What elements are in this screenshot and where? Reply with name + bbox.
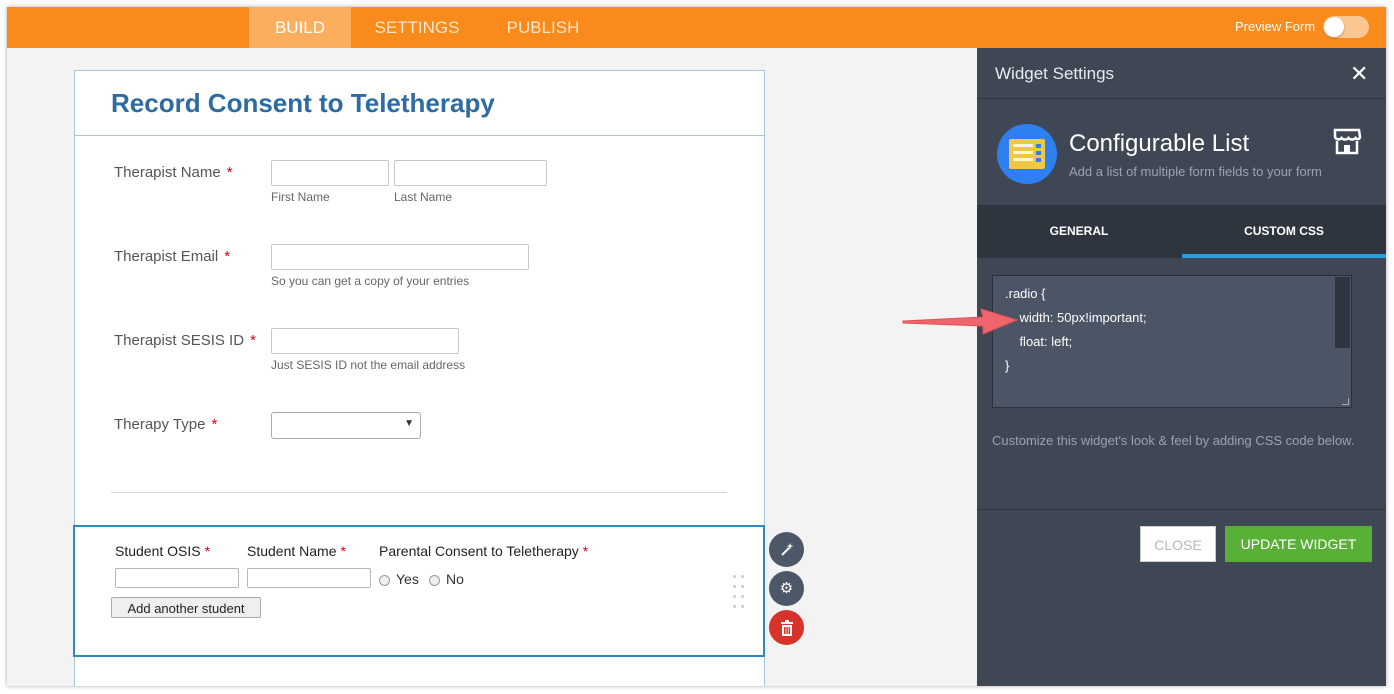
tab-general[interactable]: GENERAL: [977, 205, 1181, 258]
css-line: .radio {: [1005, 286, 1046, 301]
consent-no-label: No: [446, 571, 464, 587]
therapist-sesis-sublabel: Just SESIS ID not the email address: [271, 358, 466, 372]
magic-wand-button[interactable]: [769, 532, 804, 567]
list-graphic: [1009, 139, 1045, 169]
gear-icon: ⚙: [779, 580, 794, 597]
panel-header: Widget Settings ✕: [977, 48, 1386, 99]
widget-settings-panel: Widget Settings ✕ Configurable List Add …: [977, 48, 1386, 686]
css-line: }: [1005, 358, 1010, 373]
required-marker: *: [250, 332, 256, 349]
required-marker: *: [204, 543, 211, 559]
parental-consent-header-text: Parental Consent to Teletherapy: [379, 543, 579, 559]
panel-tabs: GENERAL CUSTOM CSS: [977, 205, 1386, 258]
student-name-header-text: Student Name: [247, 543, 337, 559]
therapist-sesis-label: Therapist SESIS ID *: [114, 332, 256, 349]
therapist-sesis-input[interactable]: [271, 328, 459, 354]
close-icon[interactable]: ✕: [1350, 61, 1368, 87]
therapy-type-label-text: Therapy Type: [114, 416, 206, 433]
student-name-header: Student Name *: [247, 543, 346, 559]
first-name-input[interactable]: [271, 160, 389, 186]
tab-publish[interactable]: PUBLISH: [493, 7, 593, 48]
form-header: Record Consent to Teletherapy: [75, 71, 764, 136]
tab-settings[interactable]: SETTINGS: [361, 7, 473, 48]
consent-no-radio[interactable]: [429, 575, 440, 586]
resize-handle-icon[interactable]: [1342, 398, 1349, 405]
custom-css-help-text: Customize this widget's look & feel by a…: [992, 433, 1355, 448]
required-marker: *: [226, 164, 233, 181]
add-another-student-button[interactable]: Add another student: [111, 597, 261, 618]
preview-form-label: Preview Form: [1235, 19, 1316, 34]
tab-custom-css[interactable]: CUSTOM CSS: [1182, 205, 1386, 258]
tab-build[interactable]: BUILD: [249, 7, 351, 48]
store-icon[interactable]: [1332, 126, 1362, 158]
close-button[interactable]: CLOSE: [1140, 526, 1216, 562]
section-divider: [111, 492, 727, 493]
therapist-name-label-text: Therapist Name: [114, 164, 221, 181]
required-marker: *: [211, 416, 218, 433]
widget-description: Add a list of multiple form fields to yo…: [1069, 164, 1322, 179]
form-title[interactable]: Record Consent to Teletherapy: [111, 88, 495, 119]
top-nav-bar: BUILD SETTINGS PUBLISH Preview Form: [7, 7, 1386, 48]
required-marker: *: [224, 248, 231, 265]
dropdown-arrow-icon: ▼: [404, 418, 414, 429]
therapy-type-select[interactable]: ▼: [271, 412, 421, 439]
trash-icon: [780, 620, 793, 636]
configurable-list-widget[interactable]: Student OSIS * Student Name * Parental Con…: [73, 525, 765, 657]
therapist-name-label: Therapist Name *: [114, 164, 233, 181]
app-window: BUILD SETTINGS PUBLISH Preview Form Reco…: [7, 7, 1386, 686]
student-osis-header: Student OSIS *: [115, 543, 210, 559]
consent-yes-label: Yes: [396, 571, 419, 587]
editor-scrollbar[interactable]: [1335, 277, 1350, 348]
custom-css-editor[interactable]: .radio { width: 50px!important; float: l…: [992, 275, 1352, 408]
last-name-sublabel: Last Name: [394, 190, 453, 204]
update-widget-button[interactable]: UPDATE WIDGET: [1225, 526, 1372, 562]
panel-divider: [977, 509, 1386, 510]
preview-form-toggle[interactable]: [1323, 16, 1369, 38]
delete-widget-button[interactable]: [769, 610, 804, 645]
toggle-knob: [1324, 17, 1344, 37]
css-line: width: 50px!important;: [1005, 310, 1147, 325]
first-name-sublabel: First Name: [271, 190, 330, 204]
required-marker: *: [340, 543, 346, 559]
widget-name: Configurable List: [1069, 130, 1250, 157]
annotation-arrow-icon: [902, 308, 1019, 335]
drag-handle-icon[interactable]: [733, 575, 747, 609]
therapist-email-label-text: Therapist Email: [114, 248, 219, 265]
student-osis-header-text: Student OSIS: [115, 543, 201, 559]
panel-title: Widget Settings: [995, 64, 1115, 83]
widget-settings-button[interactable]: ⚙: [769, 571, 804, 606]
therapy-type-label: Therapy Type *: [114, 416, 217, 433]
student-name-input[interactable]: [247, 568, 371, 588]
parental-consent-header: Parental Consent to Teletherapy *: [379, 543, 588, 559]
therapist-email-input[interactable]: [271, 244, 529, 270]
therapist-email-label: Therapist Email *: [114, 248, 230, 265]
therapist-sesis-label-text: Therapist SESIS ID: [114, 332, 245, 349]
last-name-input[interactable]: [394, 160, 547, 186]
student-osis-input[interactable]: [115, 568, 239, 588]
required-marker: *: [582, 543, 589, 559]
therapist-email-sublabel: So you can get a copy of your entries: [271, 274, 470, 288]
consent-yes-radio[interactable]: [379, 575, 390, 586]
magic-wand-icon: [780, 543, 793, 556]
configurable-list-icon: [997, 124, 1057, 184]
